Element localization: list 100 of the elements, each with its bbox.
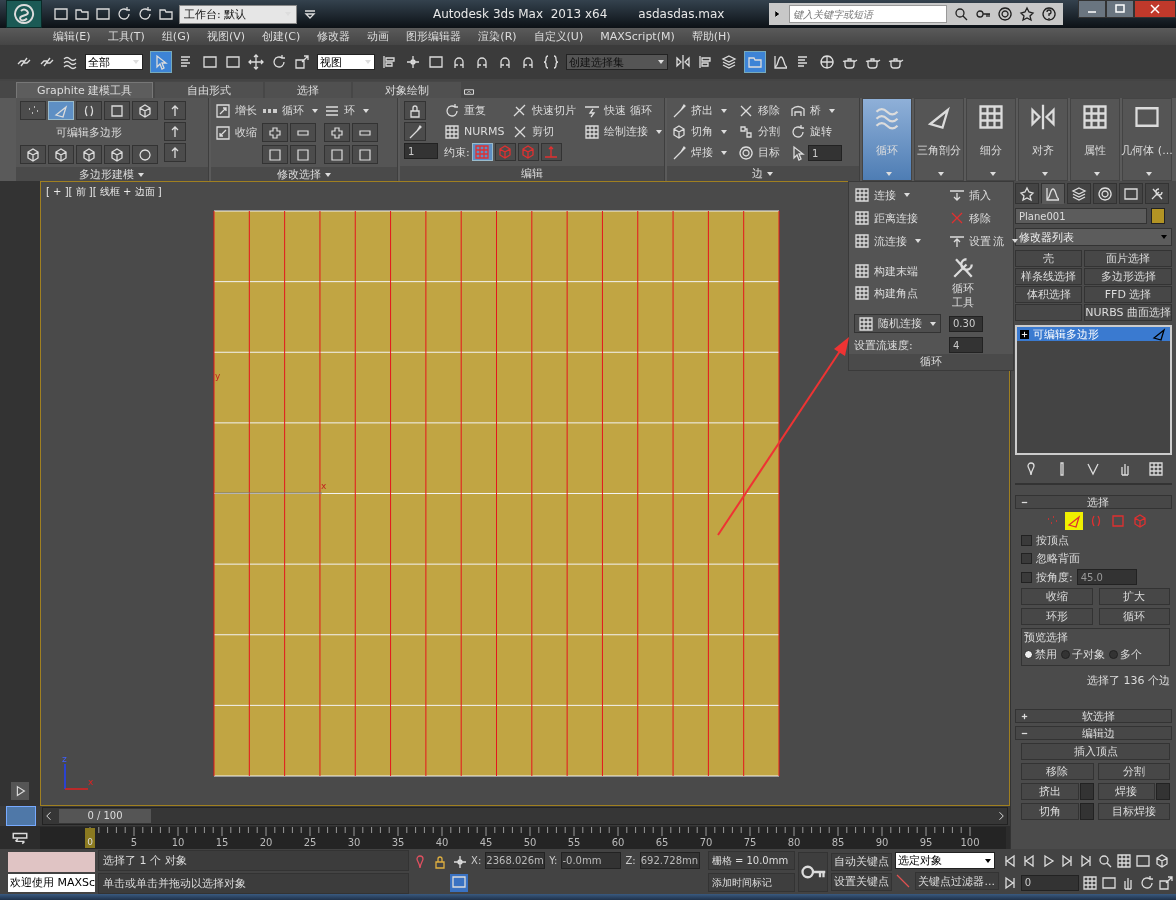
cut-button[interactable]: 剪切 [512, 122, 577, 141]
listener-output[interactable]: 欢迎使用 MAXSc [8, 873, 96, 892]
edit-edge-button[interactable]: 分割 [1097, 763, 1170, 780]
stack-item[interactable]: 可编辑多边形 [1017, 327, 1170, 341]
distance-connect-button[interactable]: 距离连接 [854, 208, 918, 228]
y-coordinate-field[interactable]: -0.0mm [561, 852, 622, 869]
grow-button[interactable]: 增长 [215, 101, 257, 120]
menu-item[interactable]: 渲染(R) [478, 29, 517, 44]
time-slider-track[interactable]: 0 / 100 [42, 807, 1008, 825]
soft-selection-rollout-header[interactable]: 软选择 [1015, 709, 1172, 723]
key-mode-dropdown[interactable]: 选定对象 [894, 852, 995, 869]
edge-tool-button[interactable]: 挤出 [671, 101, 728, 120]
menu-item[interactable]: 自定义(U) [533, 29, 584, 44]
shrink-button[interactable]: 收缩 [215, 123, 257, 142]
reference-coordinate-dropdown[interactable]: 视图 [317, 54, 375, 70]
edit-edge-button[interactable]: 目标焊接 [1097, 803, 1170, 820]
number-spinner[interactable]: 0.30 [949, 315, 983, 332]
nurms-button[interactable]: NURMS [444, 122, 505, 141]
angle-spinner[interactable]: 45.0 [1076, 569, 1137, 585]
edit-edge-button[interactable]: 挤出 [1021, 783, 1079, 800]
menu-item[interactable]: 图形编辑器 [406, 29, 462, 44]
modifier-button[interactable]: 面片选择 [1084, 250, 1172, 267]
x-coordinate-field[interactable]: 2368.026m [485, 852, 546, 869]
edge-tool-button[interactable]: 切角 [671, 122, 728, 141]
selection-filter-dropdown[interactable]: 全部 [85, 54, 143, 70]
edit-edge-button[interactable]: 焊接 [1097, 783, 1155, 800]
edit-edge-button[interactable]: 插入顶点 [1021, 743, 1170, 760]
object-name-field[interactable]: Plane001 [1015, 208, 1147, 224]
grow-button[interactable]: 扩大 [1098, 588, 1170, 605]
current-frame-field[interactable]: 0 [1020, 874, 1079, 891]
modifier-button[interactable]: FFD 选择 [1084, 286, 1172, 303]
edge-tool-button[interactable]: 分割 [738, 122, 780, 141]
menu-item[interactable]: 视图(V) [206, 29, 246, 44]
radio-option[interactable]: 子对象 [1061, 647, 1105, 662]
ring-button[interactable]: 环形 [1021, 608, 1093, 625]
edge-tool-button[interactable]: 移除 [738, 101, 780, 120]
modifier-list-dropdown[interactable]: 修改器列表 [1015, 228, 1172, 246]
menu-item[interactable]: 工具(T) [107, 29, 145, 44]
number-spinner[interactable]: 1 [808, 145, 842, 161]
edge-tool-button[interactable]: 旋转 [790, 122, 842, 141]
modifier-button[interactable]: 多边形选择 [1084, 268, 1172, 285]
workspace-dropdown[interactable]: 工作台: 默认 [179, 4, 297, 24]
loop-tools-button[interactable]: 循环 工具 [949, 254, 977, 311]
z-coordinate-field[interactable]: 692.728mn [639, 852, 700, 869]
viewport-label[interactable]: [ + ][ 前 ][ 线框 + 边面 ] [46, 185, 162, 199]
ribbon-tab[interactable]: Graphite 建模工具 [16, 82, 154, 98]
number-spinner[interactable]: 4 [949, 337, 983, 354]
swiftloop-button[interactable]: 快速 循环 [584, 101, 664, 120]
large-tool-button[interactable]: 几何体 (... [1122, 98, 1172, 181]
selection-rollout-header[interactable]: 选择 [1015, 495, 1172, 509]
menu-item[interactable]: 修改器 [317, 29, 351, 44]
repeat-button[interactable]: 重复 [444, 101, 505, 120]
menu-item[interactable]: 动画 [367, 29, 390, 44]
ribbon-tab[interactable]: 自由形式 [155, 82, 264, 98]
set-key-button[interactable]: 设置关键点 [830, 872, 892, 891]
modifier-button[interactable]: 壳 [1015, 250, 1083, 267]
auto-key-button[interactable]: 自动关键点 [830, 852, 892, 871]
radio-option[interactable]: 多个 [1109, 647, 1142, 662]
panel-title-button[interactable]: 边 [667, 166, 859, 181]
menu-item[interactable]: MAXScript(M) [600, 30, 675, 43]
panel-title-button[interactable]: 编辑 [400, 166, 664, 181]
modifier-button[interactable]: 样条线选择 [1015, 268, 1083, 285]
ribbon-tab[interactable]: 对象绘制 [353, 82, 462, 98]
menu-item[interactable]: 帮助(H) [691, 29, 731, 44]
paint-connect-button[interactable]: 绘制连接 [584, 122, 664, 141]
ring-button[interactable]: 环 [324, 101, 378, 120]
set-flow-button[interactable]: 设置 [949, 231, 991, 251]
menu-item[interactable]: 编辑(E) [53, 29, 91, 44]
modifier-button[interactable]: 体积选择 [1015, 286, 1083, 303]
edge-tool-button[interactable]: 焊接 [671, 143, 728, 162]
large-tool-button[interactable]: 属性 [1070, 98, 1120, 181]
search-field[interactable]: 键入关键字或短语 [789, 5, 947, 23]
insert-button[interactable]: 插入 [949, 185, 991, 205]
loop-button[interactable]: 循环 [262, 101, 319, 120]
edit-edges-rollout-header[interactable]: 编辑边 [1015, 726, 1172, 740]
menu-item[interactable]: 组(G) [161, 29, 190, 44]
large-tool-button[interactable]: 对齐 [1018, 98, 1068, 181]
loop-button[interactable]: 循环 [1098, 608, 1170, 625]
connect-button[interactable]: 连接 [854, 185, 911, 205]
large-tool-button[interactable]: 三角剖分 [914, 98, 964, 181]
flow-connect-button[interactable]: 流连接 [854, 231, 922, 251]
edge-tool-button[interactable]: 桥 [790, 101, 842, 120]
remove-button[interactable]: 移除 [949, 208, 991, 228]
quickslice-button[interactable]: 快速切片 [512, 101, 577, 120]
menu-item[interactable]: 创建(C) [262, 29, 301, 44]
edit-edge-button[interactable]: 切角 [1021, 803, 1079, 820]
radio-option[interactable]: 禁用 [1024, 647, 1057, 662]
key-filters-button[interactable]: 关键点过滤器... [914, 872, 999, 890]
ribbon-tab[interactable]: 选择 [265, 82, 352, 98]
modifier-button[interactable]: NURBS 曲面选择 [1084, 304, 1172, 321]
time-slider-thumb[interactable]: 0 / 100 [59, 809, 151, 823]
add-time-tag-field[interactable]: 添加时间标记 [707, 873, 795, 892]
random-connect-button[interactable]: 随机连接 [854, 314, 941, 334]
shrink-button[interactable]: 收缩 [1021, 588, 1093, 605]
edit-edge-button[interactable]: 移除 [1021, 763, 1094, 780]
large-tool-button[interactable]: 细分 [966, 98, 1016, 181]
edge-tool-button[interactable]: 目标 [738, 143, 780, 162]
build-end-button[interactable]: 构建末端 [854, 261, 918, 281]
number-spinner[interactable]: 1 [404, 143, 438, 159]
build-corner-button[interactable]: 构建角点 [854, 283, 918, 303]
